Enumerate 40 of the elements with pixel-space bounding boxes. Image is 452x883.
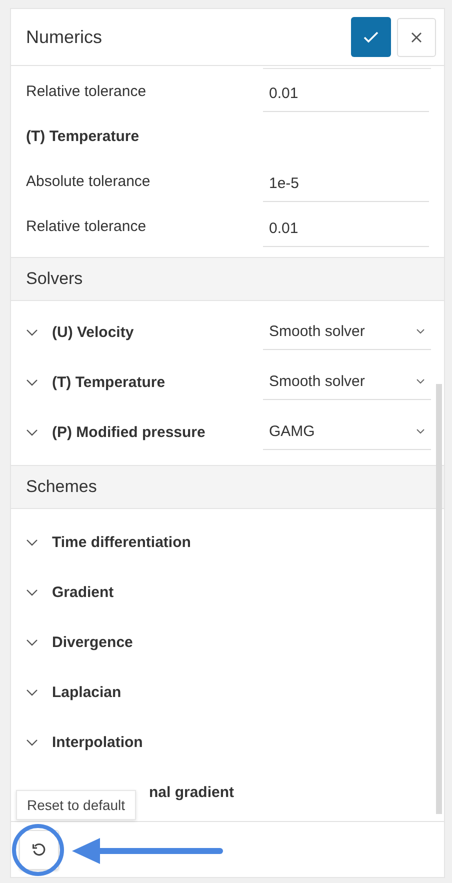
input-field[interactable]: 0.01 <box>263 76 429 112</box>
expandable-item[interactable]: (U) Velocity <box>26 324 134 340</box>
chevron-down-icon <box>26 428 38 436</box>
scrollbar[interactable] <box>436 384 442 814</box>
section-header: Schemes <box>11 465 444 509</box>
chevron-down-icon <box>26 738 38 746</box>
expandable-item[interactable]: Laplacian <box>26 684 122 700</box>
dropdown[interactable]: Smooth solver <box>263 314 431 350</box>
chevron-down-icon <box>26 688 38 696</box>
panel-title: Numerics <box>26 26 104 48</box>
expandable-item[interactable]: Interpolation <box>26 734 143 750</box>
chevron-down-icon <box>26 638 38 646</box>
chevron-down-icon <box>26 538 38 546</box>
reset-button[interactable] <box>19 830 59 870</box>
dropdown[interactable]: GAMG <box>263 414 431 450</box>
tooltip: Reset to default <box>16 790 136 820</box>
chevron-down-icon <box>26 328 38 336</box>
expandable-item[interactable]: Time differentiation <box>26 534 191 550</box>
field-label: Absolute tolerance <box>26 173 152 190</box>
section-header: Solvers <box>11 257 444 301</box>
chevron-down-icon <box>416 429 425 434</box>
expandable-item[interactable]: Gradient <box>26 584 114 600</box>
chevron-down-icon <box>26 378 38 386</box>
confirm-button[interactable] <box>351 17 391 57</box>
input-field[interactable]: 1e-5 <box>263 166 429 202</box>
chevron-down-icon <box>26 588 38 596</box>
dropdown[interactable]: Smooth solver <box>263 364 431 400</box>
expandable-item[interactable]: (T) Temperature <box>26 374 166 390</box>
reset-icon <box>31 842 47 858</box>
chevron-down-icon <box>416 379 425 384</box>
expandable-item[interactable]: Divergence <box>26 634 133 650</box>
chevron-down-icon <box>416 329 425 334</box>
field-label: Relative tolerance <box>26 83 148 100</box>
check-icon <box>363 31 379 43</box>
expandable-item[interactable]: (P) Modified pressure <box>26 424 206 440</box>
group-heading: (T) Temperature <box>26 128 140 145</box>
input-field[interactable]: 0.01 <box>263 210 429 246</box>
highlight-circle <box>12 824 64 876</box>
field-label: Relative tolerance <box>26 218 148 235</box>
close-icon <box>411 32 422 42</box>
